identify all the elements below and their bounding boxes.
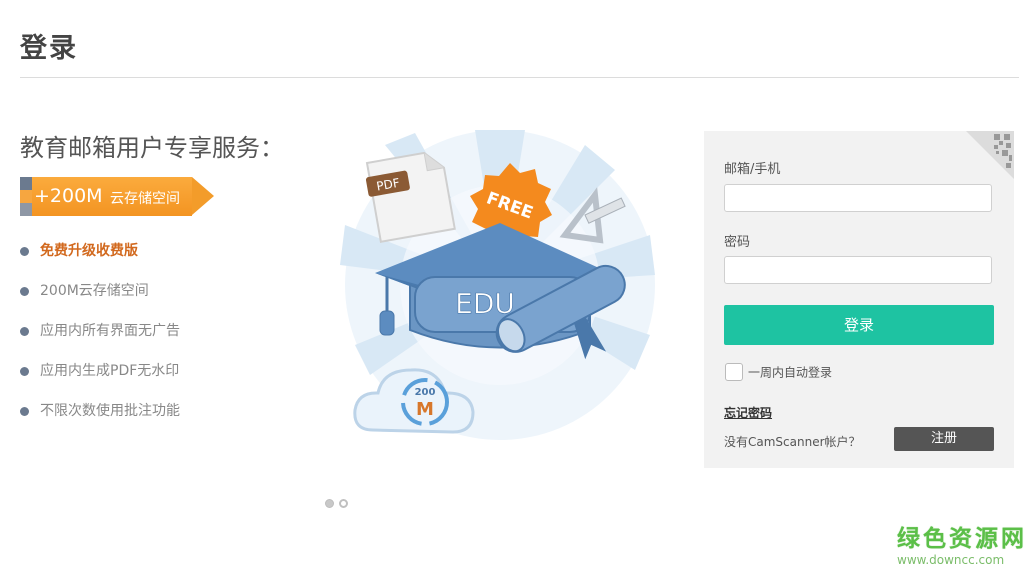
feature-item: 应用内生成PDF无水印 [20, 360, 180, 400]
login-button[interactable]: 登录 [724, 305, 994, 345]
site-watermark: 绿色资源网 www.downcc.com [897, 519, 1027, 567]
forgot-password-link[interactable]: 忘记密码 [724, 404, 772, 421]
password-input[interactable] [724, 256, 992, 284]
bullet-icon [20, 327, 29, 336]
carousel-dot[interactable] [325, 499, 334, 508]
no-account-text: 没有CamScanner帐户？ [724, 435, 861, 449]
ribbon-amount: +200M [34, 185, 103, 207]
account-label: 邮箱/手机 [724, 162, 781, 177]
ribbon-label: 云存储空间 [110, 191, 180, 207]
remember-me[interactable]: 一周内自动登录 [725, 363, 832, 381]
login-panel: 邮箱/手机 密码 登录 一周内自动登录 忘记密码 没有CamScanner帐户？… [704, 131, 1014, 468]
svg-text:200: 200 [415, 387, 436, 398]
account-input[interactable] [724, 184, 992, 212]
register-button[interactable]: 注册 [894, 427, 994, 451]
title-divider [20, 77, 1019, 78]
feature-item: 200M云存储空间 [20, 280, 180, 320]
feature-item: 不限次数使用批注功能 [20, 400, 180, 440]
bullet-icon [20, 287, 29, 296]
feature-list: 免费升级收费版 200M云存储空间 应用内所有界面无广告 应用内生成PDF无水印… [20, 240, 180, 440]
page-title: 登录 [20, 33, 78, 64]
svg-text:EDU: EDU [455, 287, 515, 320]
feature-item: 应用内所有界面无广告 [20, 320, 180, 360]
remember-checkbox[interactable] [725, 363, 743, 381]
bullet-icon [20, 407, 29, 416]
svg-text:M: M [416, 399, 434, 420]
feature-item: 免费升级收费版 [20, 240, 180, 280]
bullet-icon [20, 247, 29, 256]
carousel-dots [325, 493, 353, 512]
watermark-url: www.downcc.com [897, 553, 1005, 567]
edu-illustration: PDF FREE EDU 200 M [340, 130, 655, 440]
remember-label: 一周内自动登录 [748, 365, 833, 380]
watermark-title: 绿色资源网 [897, 526, 1027, 552]
carousel-dot-active[interactable] [339, 499, 348, 508]
qr-code-icon[interactable] [966, 131, 1014, 179]
storage-ribbon: +200M 云存储空间 [20, 177, 214, 216]
bullet-icon [20, 367, 29, 376]
promo-heading: 教育邮箱用户专享服务： [20, 134, 284, 162]
password-label: 密码 [724, 235, 751, 250]
